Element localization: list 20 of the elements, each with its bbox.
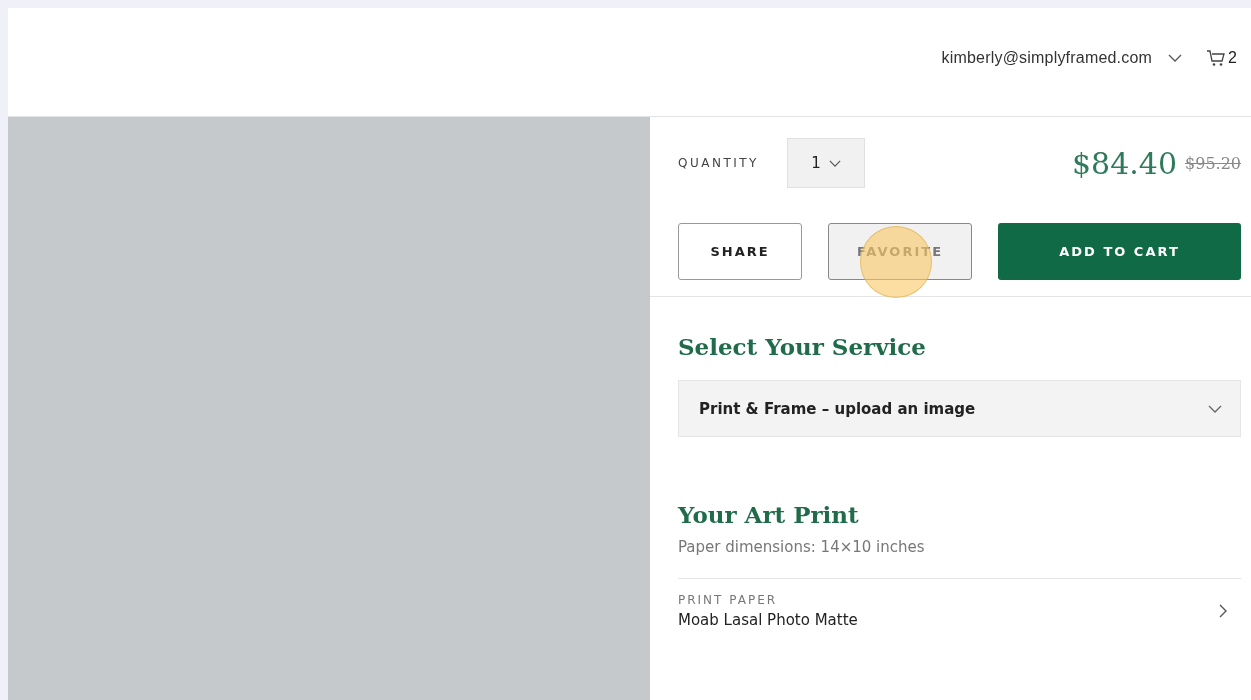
chevron-down-icon — [1208, 404, 1222, 413]
section-heading: Select Your Service — [678, 333, 927, 360]
option-value: Moab Lasal Photo Matte — [678, 611, 858, 629]
account-menu[interactable]: kimberly@simplyframed.com — [941, 49, 1153, 67]
price: $84.40 — [1072, 145, 1177, 181]
quantity-label: QUANTITY — [678, 156, 759, 170]
section-heading: Your Art Print — [678, 501, 860, 528]
add-to-cart-button[interactable]: ADD TO CART — [998, 223, 1241, 280]
chevron-down-icon — [828, 159, 841, 167]
option-label: PRINT PAPER — [678, 593, 779, 607]
quantity-select[interactable]: 1 — [786, 138, 865, 188]
service-select[interactable]: Print & Frame – upload an image — [678, 380, 1241, 437]
share-button[interactable]: SHARE — [678, 223, 802, 280]
option-row[interactable]: PRINT PAPER Moab Lasal Photo Matte — [678, 578, 1241, 643]
original-price: $95.20 — [1185, 153, 1241, 173]
cart-count: 2 — [1228, 49, 1237, 67]
chevron-down-icon[interactable] — [1168, 54, 1183, 62]
chevron-right-icon — [1219, 604, 1227, 618]
paper-dimensions: Paper dimensions: 14×10 inches — [678, 538, 926, 556]
cart-icon[interactable] — [1206, 49, 1227, 67]
